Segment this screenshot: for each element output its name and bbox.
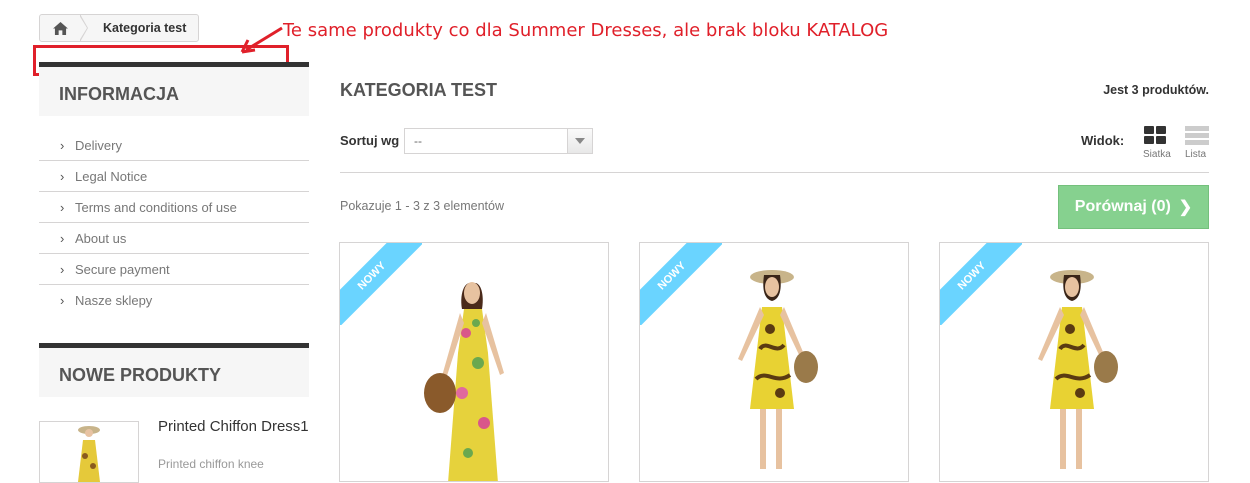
info-item-delivery[interactable]: › Delivery: [39, 130, 309, 161]
info-item-secure-payment[interactable]: › Secure payment: [39, 254, 309, 285]
chevron-right-icon: ›: [60, 169, 65, 184]
product-card[interactable]: Nowy: [339, 242, 609, 482]
category-title: KATEGORIA TEST: [340, 80, 497, 100]
list-view-button[interactable]: Lista: [1185, 126, 1211, 160]
info-list: › Delivery › Legal Notice › Terms and condi…: [39, 130, 309, 315]
grid-icon: [1143, 126, 1167, 146]
breadcrumb-current: Kategoria test: [103, 21, 187, 35]
showing-count: Pokazuje 1 - 3 z 3 elementów: [340, 199, 504, 213]
chevron-right-icon: ›: [60, 231, 65, 246]
info-item-terms[interactable]: › Terms and conditions of use: [39, 192, 309, 223]
sort-label: Sortuj wg: [340, 133, 400, 148]
product-image: [1038, 270, 1118, 469]
new-badge: Nowy: [640, 243, 722, 325]
chevron-right-icon: ❯: [1178, 199, 1193, 216]
list-view-caption: Lista: [1185, 149, 1207, 160]
new-product-description: Printed chiffon knee: [158, 457, 264, 471]
product-count: Jest 3 produktów.: [1103, 83, 1209, 97]
chevron-right-icon: ›: [60, 138, 65, 153]
info-item-legal-notice[interactable]: › Legal Notice: [39, 161, 309, 192]
new-badge: Nowy: [940, 243, 1022, 325]
compare-button[interactable]: Porównaj (0) ❯: [1058, 185, 1209, 229]
info-item-about-us[interactable]: › About us: [39, 223, 309, 254]
divider: [340, 172, 1209, 173]
breadcrumb-home[interactable]: [40, 14, 88, 42]
chevron-down-icon: [567, 129, 592, 153]
info-block-title: INFORMACJA: [39, 62, 309, 116]
list-icon: [1185, 126, 1209, 146]
new-product-thumbnail[interactable]: [39, 421, 139, 483]
new-products-title: NOWE PRODUKTY: [39, 343, 309, 397]
chevron-right-icon: ›: [60, 293, 65, 308]
chevron-right-icon: ›: [60, 262, 65, 277]
annotation-text: Te same produkty co dla Summer Dresses, …: [283, 20, 889, 41]
product-image: [424, 282, 504, 481]
home-icon: [52, 21, 68, 35]
product-card[interactable]: Nowy: [939, 242, 1209, 482]
sort-select[interactable]: --: [404, 128, 593, 154]
info-item-stores[interactable]: › Nasze sklepy: [39, 285, 309, 315]
new-badge: Nowy: [340, 243, 422, 325]
breadcrumb: Kategoria test: [39, 14, 200, 42]
new-product-name[interactable]: Printed Chiffon Dress1: [158, 418, 309, 435]
grid-view-caption: Siatka: [1143, 149, 1171, 160]
chevron-right-icon: ›: [60, 200, 65, 215]
sort-select-value: --: [414, 134, 422, 148]
product-image: [738, 270, 818, 469]
view-label: Widok:: [1081, 133, 1125, 148]
grid-view-button[interactable]: Siatka: [1143, 126, 1173, 160]
product-card[interactable]: Nowy: [639, 242, 909, 482]
